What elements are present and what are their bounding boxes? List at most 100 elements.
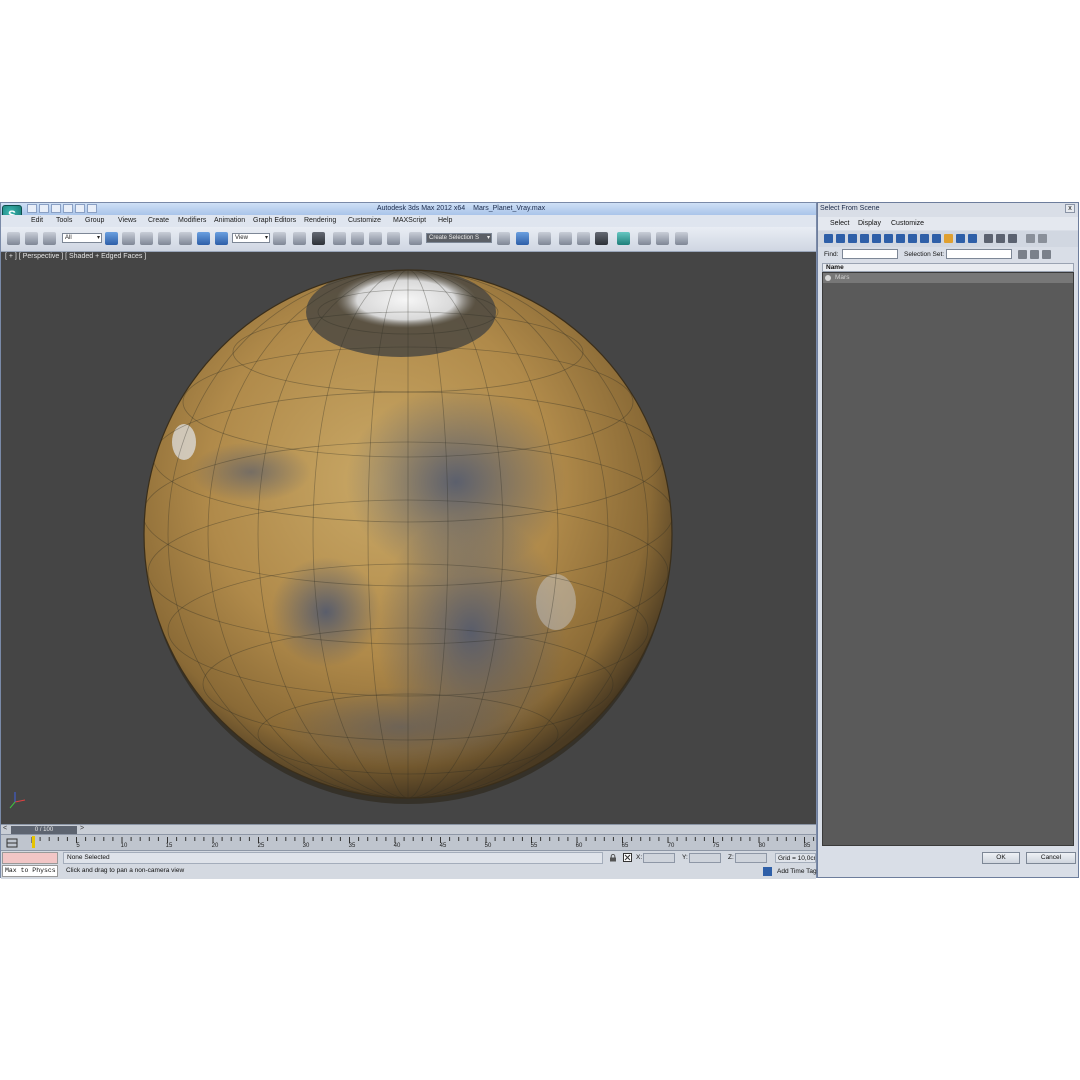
align-icon[interactable] xyxy=(516,232,529,245)
scene-object-list[interactable]: Mars xyxy=(822,272,1074,846)
edit-selection-set-icon[interactable] xyxy=(1030,250,1039,259)
spinner-snap-icon[interactable] xyxy=(387,232,400,245)
bind-space-warp-icon[interactable] xyxy=(43,232,56,245)
find-row: Find: Selection Set: xyxy=(818,247,1078,261)
percent-snap-icon[interactable] xyxy=(369,232,382,245)
filter-icon[interactable] xyxy=(1026,234,1035,243)
menu-modifiers[interactable]: Modifiers xyxy=(178,217,206,224)
undo-icon[interactable] xyxy=(63,204,73,213)
open-file-icon[interactable] xyxy=(39,204,49,213)
display-cameras-icon[interactable] xyxy=(860,234,869,243)
new-file-icon[interactable] xyxy=(27,204,37,213)
display-helpers-icon[interactable] xyxy=(872,234,881,243)
mirror-icon[interactable] xyxy=(497,232,510,245)
selection-lock-icon[interactable] xyxy=(609,854,617,862)
select-and-rotate-icon[interactable] xyxy=(197,232,210,245)
menu-animation[interactable]: Animation xyxy=(214,217,245,224)
time-slider-prev-button[interactable]: < xyxy=(3,825,7,832)
track-bar[interactable]: 5 10 15 20 25 30 35 40 45 50 55 60 65 70… xyxy=(1,834,816,851)
material-editor-icon[interactable] xyxy=(617,232,630,245)
list-item[interactable]: Mars xyxy=(823,273,1073,283)
time-tag-icon[interactable] xyxy=(763,867,772,876)
find-input[interactable] xyxy=(842,249,898,259)
cancel-button[interactable]: Cancel xyxy=(1026,852,1076,864)
display-xrefs-icon[interactable] xyxy=(908,234,917,243)
render-setup-icon[interactable] xyxy=(638,232,651,245)
window-crossing-icon[interactable] xyxy=(158,232,171,245)
ok-button[interactable]: OK xyxy=(982,852,1020,864)
rectangular-selection-icon[interactable] xyxy=(140,232,153,245)
select-and-manipulate-icon[interactable] xyxy=(293,232,306,245)
curve-editor-icon[interactable] xyxy=(577,232,590,245)
select-by-name-icon[interactable] xyxy=(122,232,135,245)
schematic-view-icon[interactable] xyxy=(595,232,608,245)
select-and-move-icon[interactable] xyxy=(179,232,192,245)
time-slider-thumb[interactable]: 0 / 100 xyxy=(11,826,77,834)
close-icon[interactable]: x xyxy=(1065,204,1075,213)
menu-graph-editors[interactable]: Graph Editors xyxy=(253,217,296,224)
select-object-icon[interactable] xyxy=(105,232,118,245)
menu-create[interactable]: Create xyxy=(148,217,169,224)
menu-help[interactable]: Help xyxy=(438,217,452,224)
rendered-frame-window-icon[interactable] xyxy=(656,232,669,245)
open-mini-curve-editor-icon[interactable] xyxy=(6,838,18,848)
mars-planet-model[interactable] xyxy=(1,252,816,824)
menu-maxscript[interactable]: MAXScript xyxy=(393,217,426,224)
menu-group[interactable]: Group xyxy=(85,217,104,224)
select-none-icon[interactable] xyxy=(996,234,1005,243)
angle-snap-icon[interactable] xyxy=(351,232,364,245)
filter-options-icon[interactable] xyxy=(1038,234,1047,243)
display-geometry-icon[interactable] xyxy=(824,234,833,243)
window-title: Autodesk 3ds Max 2012 x64 Mars_Planet_Vra… xyxy=(261,204,661,214)
z-coordinate-field[interactable] xyxy=(735,853,767,863)
y-coordinate-field[interactable] xyxy=(689,853,721,863)
render-production-icon[interactable] xyxy=(675,232,688,245)
reference-coordinate-dropdown[interactable]: View xyxy=(232,233,270,243)
display-bones-icon[interactable] xyxy=(920,234,929,243)
menu-views[interactable]: Views xyxy=(118,217,137,224)
graphite-modeling-tools-icon[interactable] xyxy=(559,232,572,245)
perspective-viewport[interactable]: [ + ] [ Perspective ] [ Shaded + Edged F… xyxy=(1,252,816,824)
dialog-menu-display[interactable]: Display xyxy=(858,220,881,227)
name-column-header[interactable]: Name xyxy=(822,263,1074,272)
display-hidden-icon[interactable] xyxy=(956,234,965,243)
display-space-warps-icon[interactable] xyxy=(884,234,893,243)
x-coordinate-field[interactable] xyxy=(643,853,675,863)
menu-tools[interactable]: Tools xyxy=(56,217,72,224)
menu-rendering[interactable]: Rendering xyxy=(304,217,336,224)
track-bar-ruler[interactable]: 5 10 15 20 25 30 35 40 45 50 55 60 65 70… xyxy=(31,835,816,851)
redo-icon[interactable] xyxy=(75,204,85,213)
maxscript-listener-input[interactable]: Max to Physcs xyxy=(2,865,58,877)
display-frozen-icon[interactable] xyxy=(944,234,953,243)
maxscript-listener-output[interactable] xyxy=(2,852,58,864)
save-file-icon[interactable] xyxy=(51,204,61,213)
delete-selection-set-icon[interactable] xyxy=(1042,250,1051,259)
select-invert-icon[interactable] xyxy=(1008,234,1017,243)
edit-named-selection-icon[interactable] xyxy=(409,232,422,245)
time-slider-next-button[interactable]: > xyxy=(80,825,84,832)
display-groups-icon[interactable] xyxy=(896,234,905,243)
absolute-mode-transform-icon[interactable] xyxy=(623,853,632,862)
project-folder-icon[interactable] xyxy=(87,204,97,213)
keyboard-shortcut-override-icon[interactable] xyxy=(312,232,325,245)
display-lights-icon[interactable] xyxy=(848,234,857,243)
dialog-menu-customize[interactable]: Customize xyxy=(891,220,924,227)
select-and-scale-icon[interactable] xyxy=(215,232,228,245)
create-selection-set-icon[interactable] xyxy=(1018,250,1027,259)
unlink-selection-icon[interactable] xyxy=(25,232,38,245)
layer-manager-icon[interactable] xyxy=(538,232,551,245)
add-time-tag-button[interactable]: Add Time Tag xyxy=(777,867,817,877)
display-containers-icon[interactable] xyxy=(932,234,941,243)
named-selection-sets-dropdown[interactable]: Create Selection S xyxy=(426,233,492,243)
snaps-toggle-icon[interactable] xyxy=(333,232,346,245)
pivot-center-icon[interactable] xyxy=(273,232,286,245)
menu-edit[interactable]: Edit xyxy=(31,217,43,224)
dialog-menu-select[interactable]: Select xyxy=(830,220,849,227)
select-all-icon[interactable] xyxy=(984,234,993,243)
selection-set-dropdown[interactable] xyxy=(946,249,1012,259)
display-all-icon[interactable] xyxy=(968,234,977,243)
display-shapes-icon[interactable] xyxy=(836,234,845,243)
select-and-link-icon[interactable] xyxy=(7,232,20,245)
selection-filter-dropdown[interactable]: All xyxy=(62,233,102,243)
menu-customize[interactable]: Customize xyxy=(348,217,381,224)
